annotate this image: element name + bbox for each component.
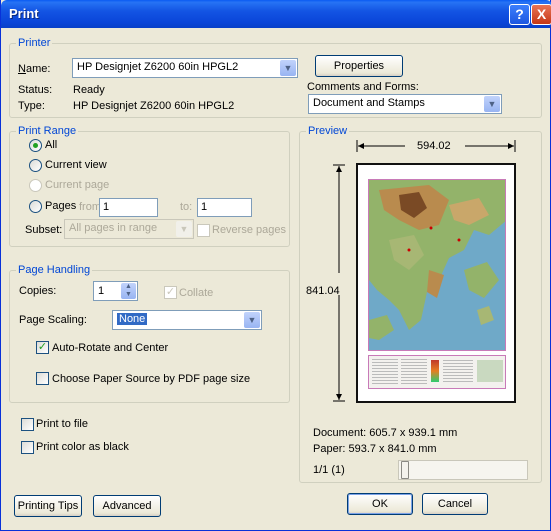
document-size: Document: 605.7 x 939.1 mm bbox=[313, 427, 458, 439]
chevron-down-icon: ▼ bbox=[176, 221, 192, 237]
chevron-down-icon: ▼ bbox=[484, 96, 500, 112]
all-radio[interactable] bbox=[29, 139, 42, 152]
status-label: Status: bbox=[18, 84, 53, 96]
pages-label[interactable]: Pages bbox=[45, 200, 76, 212]
height-dimension-arrow bbox=[333, 164, 345, 402]
printer-name-dropdown[interactable]: HP Designjet Z6200 60in HPGL2 ▼ bbox=[72, 58, 298, 78]
properties-button[interactable]: Properties bbox=[315, 55, 403, 77]
print-color-black-label[interactable]: Print color as black bbox=[36, 441, 129, 453]
page-slider[interactable] bbox=[398, 460, 528, 480]
ok-button[interactable]: OK bbox=[347, 493, 413, 515]
to-label: to: bbox=[180, 201, 193, 213]
pages-radio[interactable] bbox=[29, 200, 42, 213]
printing-tips-button[interactable]: Printing Tips bbox=[14, 495, 82, 517]
copies-spinner[interactable]: 1 ▲ ▼ bbox=[93, 281, 138, 301]
page-scaling-label: Page Scaling: bbox=[19, 314, 87, 326]
page-slider-thumb[interactable] bbox=[401, 461, 409, 479]
print-to-file-checkbox[interactable] bbox=[21, 418, 34, 431]
ok-label: OK bbox=[372, 498, 388, 510]
page-scaling-value: None bbox=[117, 313, 148, 325]
collate-checkbox[interactable]: ✓ bbox=[164, 286, 177, 299]
cancel-label: Cancel bbox=[437, 498, 473, 510]
current-view-label[interactable]: Current view bbox=[45, 159, 107, 171]
status-value: Ready bbox=[73, 84, 105, 96]
to-page-input[interactable]: 1 bbox=[197, 198, 252, 217]
printer-name-value: HP Designjet Z6200 60in HPGL2 bbox=[77, 61, 239, 73]
height-label: 841.04 bbox=[306, 285, 340, 297]
chevron-down-icon: ▼ bbox=[280, 60, 296, 76]
subset-value: All pages in range bbox=[69, 222, 158, 234]
current-page-radio[interactable] bbox=[29, 179, 42, 192]
paper-size: Paper: 593.7 x 841.0 mm bbox=[313, 443, 437, 455]
page-indicator: 1/1 (1) bbox=[313, 464, 345, 476]
chevron-down-icon: ▼ bbox=[244, 312, 260, 328]
width-label: 594.02 bbox=[417, 140, 451, 152]
title-bar[interactable]: Print ? X bbox=[1, 0, 551, 28]
from-page-value: 1 bbox=[103, 201, 110, 213]
subset-label: Subset: bbox=[25, 224, 63, 236]
legend-text-column bbox=[443, 360, 473, 382]
type-value: HP Designjet Z6200 60in HPGL2 bbox=[73, 100, 235, 112]
map-image bbox=[368, 179, 506, 351]
all-label[interactable]: All bbox=[45, 139, 57, 151]
page-scaling-dropdown[interactable]: None ▼ bbox=[112, 310, 262, 330]
spin-arrows-icon[interactable]: ▲ ▼ bbox=[121, 283, 136, 299]
paper-source-checkbox[interactable] bbox=[36, 372, 49, 385]
reverse-pages-label[interactable]: Reverse pages bbox=[212, 224, 286, 236]
reverse-pages-checkbox[interactable] bbox=[197, 224, 210, 237]
preview-group-label: Preview bbox=[306, 125, 350, 137]
comments-label: Comments and Forms: bbox=[307, 81, 419, 93]
close-button[interactable]: X bbox=[531, 4, 551, 25]
auto-rotate-checkbox[interactable]: ✓ bbox=[36, 341, 49, 354]
copies-value: 1 bbox=[98, 285, 105, 297]
auto-rotate-label[interactable]: Auto-Rotate and Center bbox=[52, 342, 168, 354]
to-page-value: 1 bbox=[201, 201, 208, 213]
cancel-button[interactable]: Cancel bbox=[422, 493, 488, 515]
print-to-file-label[interactable]: Print to file bbox=[36, 418, 88, 430]
paper-source-label[interactable]: Choose Paper Source by PDF page size bbox=[52, 373, 250, 385]
current-page-label[interactable]: Current page bbox=[45, 179, 109, 191]
advanced-label: Advanced bbox=[102, 500, 152, 512]
help-button[interactable]: ? bbox=[509, 4, 530, 25]
print-range-group-label: Print Range bbox=[16, 125, 79, 137]
page-handling-group-label: Page Handling bbox=[16, 264, 93, 276]
map-graphic bbox=[369, 180, 505, 350]
map-legend-block bbox=[368, 355, 506, 389]
legend-text-column bbox=[372, 359, 398, 385]
type-label: Type: bbox=[18, 100, 45, 112]
print-color-black-checkbox[interactable] bbox=[21, 441, 34, 454]
comments-forms-value: Document and Stamps bbox=[313, 97, 425, 109]
legend-color-bar bbox=[431, 360, 439, 382]
window-title: Print bbox=[9, 6, 39, 21]
printer-group-label: Printer bbox=[16, 37, 53, 49]
collate-label[interactable]: Collate bbox=[179, 287, 213, 299]
current-view-radio[interactable] bbox=[29, 159, 42, 172]
legend-inset-map bbox=[477, 360, 503, 382]
comments-forms-dropdown[interactable]: Document and Stamps ▼ bbox=[308, 94, 502, 114]
name-label: Name: bbox=[18, 63, 51, 75]
printing-tips-label: Printing Tips bbox=[17, 500, 79, 512]
legend-text-column bbox=[401, 359, 427, 385]
advanced-button[interactable]: Advanced bbox=[93, 495, 161, 517]
copies-label: Copies: bbox=[19, 285, 57, 297]
from-page-input[interactable]: 1 bbox=[99, 198, 158, 217]
print-dialog: Print ? X Printer Name: HP Designjet Z62… bbox=[0, 0, 551, 531]
subset-dropdown[interactable]: All pages in range ▼ bbox=[64, 219, 194, 239]
page-preview bbox=[356, 163, 516, 403]
properties-button-label: Properties bbox=[333, 60, 385, 72]
